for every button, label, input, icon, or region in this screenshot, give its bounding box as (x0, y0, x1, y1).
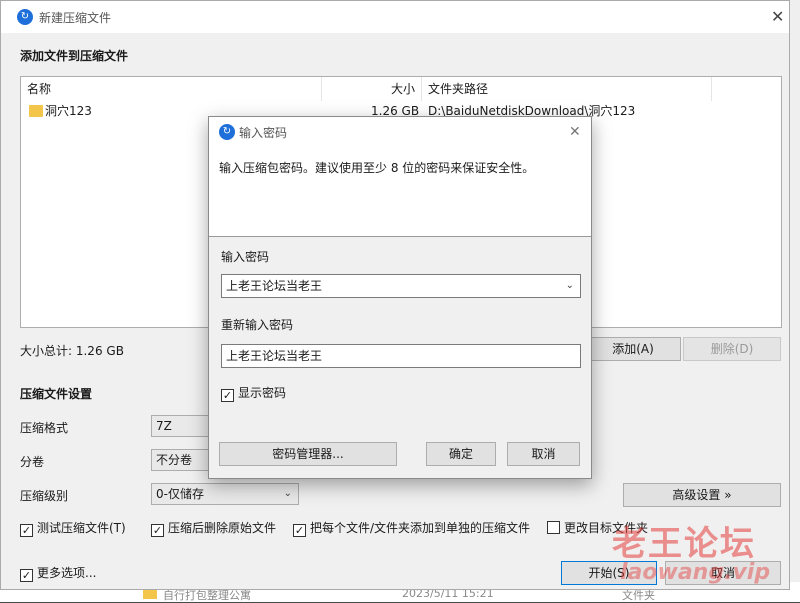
checkbox-checked-icon: ✓ (20, 524, 33, 537)
password-description: 输入压缩包密码。建议使用至少 8 位的密码来保证安全性。 (219, 161, 535, 175)
checkbox-unchecked-icon (547, 521, 560, 534)
split-value: 不分卷 (156, 453, 193, 467)
ok-button[interactable]: 确定 (426, 442, 496, 466)
more-options-checkbox[interactable]: ✓ 更多选项... (20, 565, 96, 582)
password-title-bar: ↻ 输入密码 ✕ (209, 117, 591, 147)
checkbox-checked-icon: ✓ (293, 524, 306, 537)
format-value: 7Z (156, 419, 172, 433)
column-size[interactable]: 大小 (322, 77, 422, 101)
checkbox-checked-icon: ✓ (221, 389, 234, 402)
delete-original-checkbox[interactable]: ✓ 压缩后删除原始文件 (151, 520, 276, 537)
level-label: 压缩级别 (20, 489, 69, 503)
password-description-area: 输入压缩包密码。建议使用至少 8 位的密码来保证安全性。 (209, 147, 591, 237)
password-dialog-title: 输入密码 (239, 126, 288, 140)
show-password-checkbox[interactable]: ✓ 显示密码 (221, 385, 286, 402)
split-label: 分卷 (20, 455, 45, 469)
total-size: 大小总计: 1.26 GB (20, 344, 124, 358)
folder-icon (143, 589, 157, 599)
format-label: 压缩格式 (20, 421, 69, 435)
password-input[interactable]: 上老王论坛当老王 ⌄ (221, 274, 581, 298)
watermark-text: 老王论坛 (612, 524, 756, 564)
password-dialog: ↻ 输入密码 ✕ 输入压缩包密码。建议使用至少 8 位的密码来保证安全性。 输入… (208, 116, 592, 479)
column-path[interactable]: 文件夹路径 (422, 77, 712, 101)
title-bar: ↻ 新建压缩文件 ✕ (1, 1, 789, 33)
password-manager-button[interactable]: 密码管理器... (219, 442, 397, 466)
format-select[interactable]: 7Z (151, 415, 211, 437)
reenter-password-label: 重新输入密码 (221, 318, 294, 332)
chevron-down-icon[interactable]: ⌄ (566, 275, 574, 297)
password-value: 上老王论坛当老王 (226, 279, 323, 293)
reenter-password-value: 上老王论坛当老王 (226, 349, 323, 363)
app-logo-icon: ↻ (219, 124, 235, 140)
watermark-url: laowang.vip (620, 560, 771, 585)
dialog-title: 新建压缩文件 (39, 11, 112, 25)
column-name[interactable]: 名称 (21, 77, 322, 101)
split-select[interactable]: 不分卷 (151, 449, 211, 471)
section-add-files: 添加文件到压缩文件 (20, 49, 129, 63)
level-value: 0-仅储存 (156, 487, 204, 501)
test-archive-checkbox[interactable]: ✓ 测试压缩文件(T) (20, 520, 126, 537)
checkbox-checked-icon: ✓ (151, 524, 164, 537)
add-button[interactable]: 添加(A) (585, 337, 681, 361)
checkbox-checked-icon: ✓ (20, 569, 33, 582)
section-settings: 压缩文件设置 (20, 387, 93, 401)
folder-icon (29, 105, 43, 117)
close-icon[interactable]: ✕ (569, 124, 581, 140)
close-icon[interactable]: ✕ (771, 9, 784, 25)
chevron-down-icon: ⌄ (283, 488, 292, 499)
advanced-settings-button[interactable]: 高级设置 » (623, 483, 781, 507)
file-name: 洞穴123 (45, 104, 92, 118)
enter-password-label: 输入密码 (221, 250, 270, 264)
level-select[interactable]: 0-仅储存 ⌄ (151, 483, 299, 505)
password-cancel-button[interactable]: 取消 (507, 442, 580, 466)
app-logo-icon: ↻ (17, 9, 33, 25)
delete-button[interactable]: 删除(D) (683, 337, 781, 361)
separate-archives-checkbox[interactable]: ✓ 把每个文件/文件夹添加到单独的压缩文件 (293, 520, 530, 537)
reenter-password-input[interactable]: 上老王论坛当老王 (221, 344, 581, 368)
